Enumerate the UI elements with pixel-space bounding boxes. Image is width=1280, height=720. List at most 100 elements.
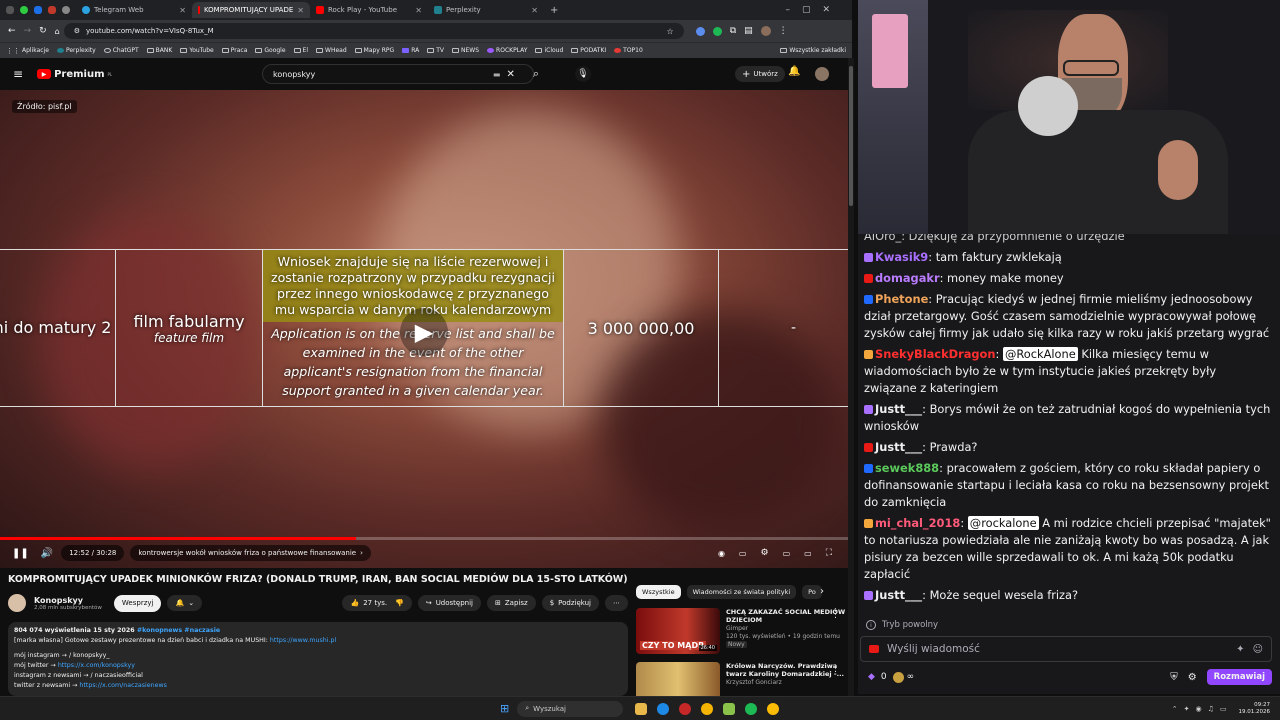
pinned-tab-icon[interactable] bbox=[62, 6, 70, 14]
description-box[interactable]: 804 074 wyświetlenia 15 sty 2026 #konopn… bbox=[8, 622, 628, 696]
close-tab-icon[interactable]: ✕ bbox=[415, 6, 422, 15]
site-info-icon[interactable]: ⚙ bbox=[74, 27, 80, 35]
edge-icon[interactable] bbox=[657, 702, 670, 715]
channel-avatar[interactable] bbox=[8, 594, 26, 612]
profile-avatar[interactable] bbox=[760, 26, 771, 36]
info-icon[interactable]: i bbox=[866, 620, 876, 630]
video-thumbnail[interactable]: CZY TO MĄDR 26:40 bbox=[636, 608, 720, 654]
notes-app-icon[interactable] bbox=[723, 702, 736, 715]
bookmark-folder[interactable]: Mapy RPG bbox=[354, 47, 394, 54]
emote-picker-icon[interactable]: ☺ bbox=[1253, 644, 1263, 655]
system-tray-icons[interactable]: ⌃✦◉♫▭ bbox=[1172, 705, 1233, 713]
chat-settings-gear-icon[interactable]: ⚙ bbox=[1188, 672, 1197, 683]
miniplayer-icon[interactable]: ▭ bbox=[783, 549, 791, 558]
bits-icon[interactable]: ◆ bbox=[868, 672, 875, 682]
settings-gear-icon[interactable]: ⚙ bbox=[760, 548, 768, 558]
save-button[interactable]: ⊞ Zapisz bbox=[487, 595, 536, 611]
search-icon[interactable]: ⌕ bbox=[533, 67, 539, 81]
close-tab-icon[interactable]: ✕ bbox=[297, 6, 304, 15]
window-controls[interactable]: –▢✕ bbox=[785, 5, 842, 15]
autoplay-toggle-icon[interactable]: ◉ bbox=[718, 549, 725, 558]
play-overlay-icon[interactable]: ▶ bbox=[400, 308, 448, 356]
extensions-icon[interactable]: ⧉ bbox=[730, 26, 736, 36]
chapter-button[interactable]: kontrowersje wokół wniosków friza o pańs… bbox=[130, 545, 371, 561]
chrome-active-icon[interactable] bbox=[767, 702, 780, 715]
bookmark-item[interactable]: WHead bbox=[316, 47, 347, 54]
chat-username[interactable]: Justt___ bbox=[875, 402, 922, 416]
video-player[interactable]: Źródło: pisf.pl dni do matury 2 film fab… bbox=[0, 90, 848, 568]
bookmark-folder[interactable]: iCloud bbox=[535, 47, 563, 54]
extension-icon[interactable] bbox=[695, 26, 705, 36]
clock[interactable]: 09:27 19.01.2026 bbox=[1239, 702, 1271, 716]
subtitles-icon[interactable]: ▭ bbox=[739, 549, 747, 558]
thanks-button[interactable]: $ Podziękuj bbox=[541, 595, 599, 611]
spotify-extension-icon[interactable] bbox=[712, 26, 722, 36]
forward-icon[interactable]: → bbox=[24, 26, 32, 36]
share-button[interactable]: ↪ Udostępnij bbox=[417, 595, 482, 611]
clear-search-icon[interactable]: ✕ bbox=[506, 69, 514, 80]
support-button[interactable]: Wesprzyj bbox=[113, 594, 162, 612]
close-tab-icon[interactable]: ✕ bbox=[531, 6, 538, 15]
bookmark-item[interactable]: ⋮⋮ Aplikacje bbox=[6, 47, 49, 55]
tab-telegram[interactable]: Telegram Web ✕ bbox=[76, 2, 192, 18]
bookmark-folder[interactable]: TV bbox=[427, 47, 444, 54]
close-tab-icon[interactable]: ✕ bbox=[179, 6, 186, 15]
subscribed-bell-button[interactable]: 🔔 ⌄ bbox=[167, 595, 203, 611]
tab-perplexity[interactable]: Perplexity ✕ bbox=[428, 2, 544, 18]
reload-icon[interactable]: ↻ bbox=[39, 26, 47, 36]
bookmark-item[interactable]: Perplexity bbox=[56, 47, 96, 54]
create-button[interactable]: + Utwórz bbox=[735, 66, 785, 82]
file-explorer-icon[interactable] bbox=[635, 702, 648, 715]
shield-icon[interactable]: ⛨ bbox=[1170, 672, 1178, 683]
bookmark-item[interactable]: ROCKPLAY bbox=[487, 47, 527, 54]
chips-next-icon[interactable]: › bbox=[820, 586, 824, 597]
more-actions-icon[interactable]: ⋯ bbox=[605, 595, 628, 611]
chat-username[interactable]: Justt___ bbox=[875, 440, 922, 454]
chip-all[interactable]: Wszystkie bbox=[636, 585, 681, 599]
channel-points-icon[interactable] bbox=[892, 671, 904, 683]
search-box[interactable]: konopskyy ▬ ✕ ⌕ bbox=[262, 64, 539, 84]
bookmark-folder[interactable]: El bbox=[293, 47, 308, 54]
tab-rock-play[interactable]: Rock Play - YouTube ✕ bbox=[310, 2, 428, 18]
chat-username[interactable]: Phetone bbox=[875, 292, 928, 306]
bookmark-folder[interactable]: YouTube bbox=[180, 47, 214, 54]
bookmark-item[interactable]: ChatGPT bbox=[103, 47, 139, 54]
fullscreen-icon[interactable]: ⛶ bbox=[826, 548, 832, 558]
news-twitter-link[interactable]: https://x.com/naczasienews bbox=[79, 682, 167, 689]
theater-mode-icon[interactable]: ▭ bbox=[804, 549, 812, 558]
chat-username[interactable]: domagakr bbox=[875, 271, 940, 285]
bookmark-folder[interactable]: PODATKI bbox=[571, 47, 606, 54]
video-thumbnail[interactable] bbox=[636, 662, 720, 696]
chat-input[interactable]: Wyślij wiadomość ✦ ☺ bbox=[860, 636, 1272, 662]
volume-icon[interactable]: 🔊 bbox=[41, 548, 53, 559]
home-icon[interactable]: ⌂ bbox=[55, 27, 60, 36]
opera-icon[interactable] bbox=[679, 702, 692, 715]
channel-name[interactable]: Konopskyy bbox=[34, 596, 102, 605]
bookmark-star-icon[interactable]: ☆ bbox=[667, 27, 674, 36]
thumbs-down-icon[interactable]: 👎 bbox=[395, 599, 404, 607]
browser-menu-icon[interactable]: ⋮ bbox=[779, 26, 788, 36]
account-avatar[interactable] bbox=[815, 67, 829, 81]
bookmark-folder[interactable]: Praca bbox=[221, 47, 247, 54]
twitter-link[interactable]: https://x.com/konopskyy bbox=[58, 662, 135, 669]
page-scrollbar[interactable] bbox=[848, 58, 854, 696]
all-bookmarks[interactable]: Wszystkie zakładki bbox=[780, 47, 846, 54]
chat-username[interactable]: SnekyBlackDragon bbox=[875, 347, 996, 361]
notifications-bell-icon[interactable]: 🔔 bbox=[788, 66, 800, 77]
recommended-video[interactable]: CZY TO MĄDR 26:40 CHCĄ ZAKAZAĆ SOCIAL ME… bbox=[636, 608, 848, 656]
start-menu-icon[interactable]: ⊞ bbox=[500, 702, 509, 715]
bookmark-folder[interactable]: Google bbox=[255, 47, 286, 54]
new-tab-button[interactable]: + bbox=[550, 5, 558, 16]
url-text[interactable]: youtube.com/watch?v=VIsQ-8Tux_M bbox=[86, 27, 214, 35]
sidepanel-icon[interactable]: ▤ bbox=[744, 26, 753, 36]
bookmark-folder[interactable]: BANK bbox=[146, 47, 172, 54]
url-bar[interactable]: ⚙ youtube.com/watch?v=VIsQ-8Tux_M ☆ bbox=[63, 23, 684, 39]
video-options-icon[interactable]: ⋮ bbox=[831, 610, 840, 620]
like-button[interactable]: 👍 27 tys. 👎 bbox=[342, 595, 412, 611]
spotify-icon[interactable] bbox=[745, 702, 758, 715]
back-icon[interactable]: ← bbox=[8, 26, 16, 36]
chat-mention[interactable]: @rockalone bbox=[967, 516, 1039, 530]
pinned-tab-icon[interactable] bbox=[48, 6, 56, 14]
hashtags[interactable]: #konopnews #naczasie bbox=[137, 627, 220, 634]
taskbar-search[interactable]: ⌕ Wyszukaj bbox=[517, 700, 624, 717]
